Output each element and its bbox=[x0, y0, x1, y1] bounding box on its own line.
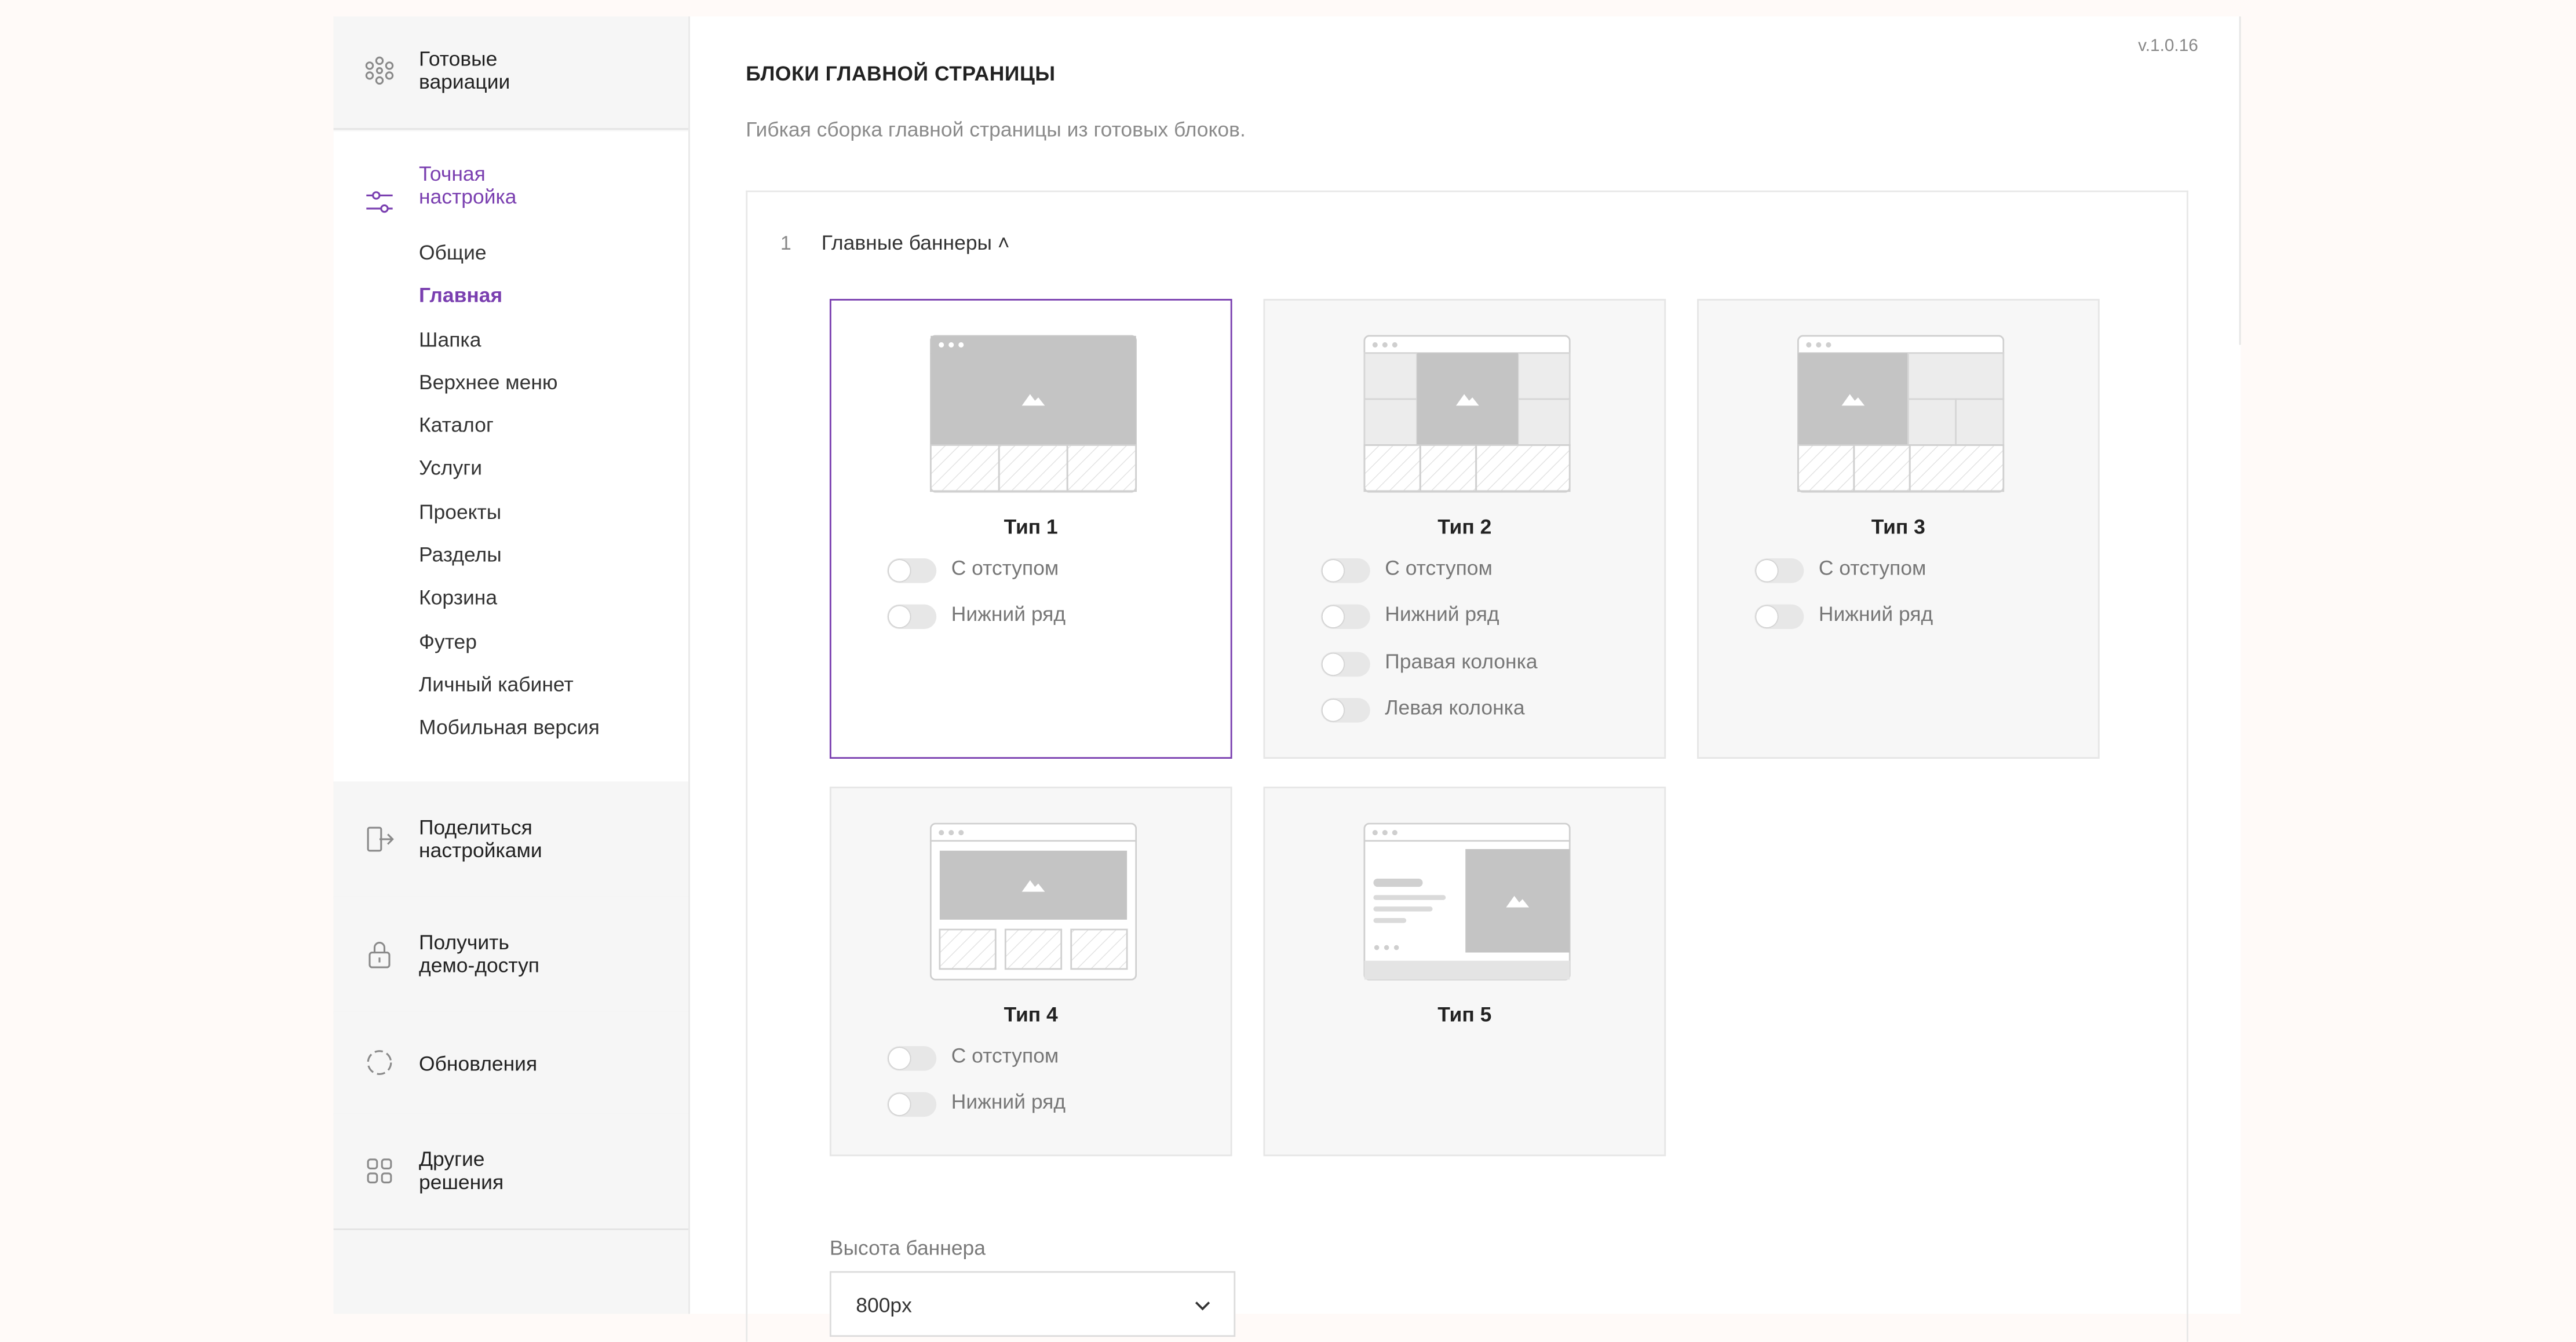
divider bbox=[2239, 16, 2241, 345]
banner-height-select[interactable]: 800px bbox=[829, 1271, 1236, 1337]
fine-tuning-label[interactable]: Точная настройка bbox=[419, 163, 516, 209]
toggle-switch[interactable] bbox=[1754, 558, 1804, 583]
subnav-item[interactable]: Проекты bbox=[419, 499, 600, 542]
grid-icon bbox=[367, 1158, 392, 1184]
main-content: v.1.0.16 БЛОКИ ГЛАВНОЙ СТРАНИЦЫ Гибкая с… bbox=[689, 16, 2241, 1342]
version-label: v.1.0.16 bbox=[2138, 36, 2198, 56]
blocks-panel: 1 Главные баннеры ˄ Тип 1 С отступом Нижни… bbox=[746, 190, 2188, 1342]
sidebar-item-variations[interactable]: Готовые вариации bbox=[333, 16, 689, 130]
toggle-switch[interactable] bbox=[1754, 605, 1804, 630]
option-label: Нижний ряд bbox=[951, 1091, 1066, 1114]
layout-preview-image bbox=[1797, 335, 2005, 493]
banner-type-card[interactable]: Тип 3 С отступом Нижний ряд bbox=[1697, 299, 2100, 759]
toggle-switch[interactable] bbox=[887, 1046, 937, 1071]
option-label: С отступом bbox=[1818, 557, 1926, 580]
refresh-icon bbox=[367, 1050, 392, 1075]
toggle-switch[interactable] bbox=[887, 605, 937, 630]
option-label: Левая колонка bbox=[1385, 696, 1525, 719]
banner-type-name: Тип 2 bbox=[1437, 515, 1492, 539]
banner-type-card[interactable]: Тип 5 bbox=[1263, 787, 1666, 1157]
subnav-item[interactable]: Корзина bbox=[419, 585, 600, 628]
toggle-switch[interactable] bbox=[1320, 697, 1370, 723]
sidebar-item-label: Получить демо-доступ bbox=[419, 931, 540, 978]
banner-type-name: Тип 3 bbox=[1871, 515, 1925, 539]
subnav-item[interactable]: Верхнее меню bbox=[419, 370, 600, 413]
page-title: БЛОКИ ГЛАВНОЙ СТРАНИЦЫ bbox=[746, 62, 1056, 86]
sidebar: Готовые вариации Точная настройка Общие Г… bbox=[333, 16, 690, 1314]
sidebar-item-label: Поделиться настройками bbox=[419, 816, 542, 862]
banner-type-name: Тип 5 bbox=[1437, 1003, 1492, 1027]
subnav-item[interactable]: Главная bbox=[419, 283, 600, 327]
layout-preview-image bbox=[1363, 335, 1571, 493]
fine-tuning-section: Точная настройка Общие Главная Шапка Верхне… bbox=[333, 131, 689, 784]
sidebar-item-share[interactable]: Поделиться настройками bbox=[333, 781, 689, 898]
toggle-switch[interactable] bbox=[887, 558, 937, 583]
option-label: Нижний ряд bbox=[1385, 603, 1499, 627]
lock-icon bbox=[368, 942, 391, 968]
option-label: С отступом bbox=[951, 1044, 1059, 1068]
settings-subnav: Общие Главная Шапка Верхнее меню Каталог Услу… bbox=[419, 240, 600, 758]
option-label: Нижний ряд bbox=[951, 603, 1066, 627]
share-icon bbox=[367, 827, 394, 852]
toggle-switch[interactable] bbox=[1320, 651, 1370, 677]
banner-type-name: Тип 1 bbox=[1004, 515, 1058, 539]
sliders-icon bbox=[366, 191, 393, 213]
banner-type-card[interactable]: Тип 1 С отступом Нижний ряд bbox=[829, 299, 1232, 759]
subnav-item[interactable]: Личный кабинет bbox=[419, 672, 600, 715]
chevron-down-icon bbox=[1195, 1301, 1210, 1311]
sidebar-item-updates[interactable]: Обновления bbox=[333, 1011, 689, 1116]
sidebar-item-demo[interactable]: Получить демо-доступ bbox=[333, 897, 689, 1014]
layout-preview-image bbox=[1363, 822, 1571, 981]
subnav-item[interactable]: Разделы bbox=[419, 542, 600, 586]
option-label: С отступом bbox=[1385, 557, 1493, 580]
banner-type-name: Тип 4 bbox=[1004, 1003, 1058, 1027]
option-label: Правая колонка bbox=[1385, 649, 1538, 673]
subnav-item[interactable]: Мобильная версия bbox=[419, 715, 600, 758]
layout-preview-image bbox=[929, 822, 1137, 981]
sidebar-item-label: Обновления bbox=[419, 1052, 538, 1076]
subnav-item[interactable]: Футер bbox=[419, 628, 600, 672]
option-label: С отступом bbox=[951, 557, 1059, 580]
subnav-item[interactable]: Шапка bbox=[419, 326, 600, 370]
subnav-item[interactable]: Услуги bbox=[419, 456, 600, 499]
sidebar-item-label: Готовые вариации bbox=[419, 47, 510, 94]
layout-preview-image bbox=[929, 335, 1137, 493]
sidebar-item-label: Другие решения bbox=[419, 1147, 504, 1194]
banner-height-value: 800px bbox=[856, 1294, 912, 1318]
toggle-switch[interactable] bbox=[1320, 558, 1370, 583]
subnav-item[interactable]: Общие bbox=[419, 240, 600, 283]
subnav-item[interactable]: Каталог bbox=[419, 412, 600, 456]
section-toggle[interactable]: Главные баннеры ˄ bbox=[822, 232, 1010, 255]
option-label: Нижний ряд bbox=[1818, 603, 1933, 627]
banner-type-card[interactable]: Тип 2 С отступом Нижний ряд Правая колонка Л… bbox=[1263, 299, 1666, 759]
banner-height-label: Высота баннера bbox=[829, 1237, 986, 1260]
toggle-switch[interactable] bbox=[1320, 605, 1370, 630]
banner-type-card[interactable]: Тип 4 С отступом Нижний ряд bbox=[829, 787, 1232, 1157]
page-subtitle: Гибкая сборка главной страницы из готовы… bbox=[746, 118, 1246, 141]
section-number: 1 bbox=[780, 231, 791, 255]
toggle-switch[interactable] bbox=[887, 1092, 937, 1117]
variations-icon bbox=[365, 56, 394, 85]
sidebar-item-other[interactable]: Другие решения bbox=[333, 1113, 689, 1230]
